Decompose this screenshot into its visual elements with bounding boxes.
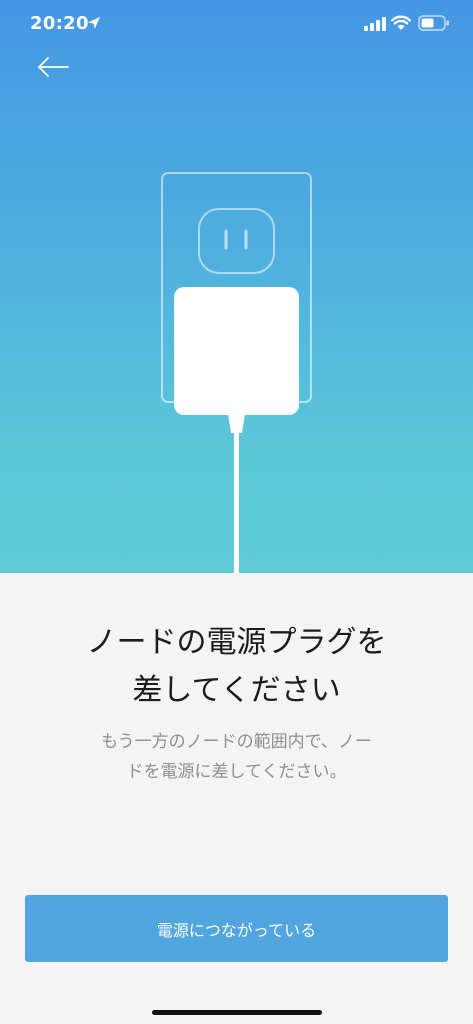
wifi-icon: [391, 15, 411, 30]
status-bar: 20:20: [0, 0, 473, 50]
power-adapter: [174, 287, 299, 415]
battery-icon: [418, 15, 449, 31]
power-cable: [234, 432, 239, 573]
home-indicator[interactable]: [152, 1010, 322, 1015]
status-time: 20:20: [30, 13, 89, 34]
cellular-signal-icon: [364, 17, 386, 31]
instruction-text: もう一方のノードの範囲内で、ノー ドを電源に差してください。: [101, 732, 372, 782]
cable-strain-relief: [228, 414, 245, 433]
arrow-left-icon: [38, 57, 69, 77]
page-title: ノードの電源プラグを 差してください: [86, 625, 387, 708]
location-arrow-icon: [88, 17, 100, 29]
outlet-socket: [198, 208, 275, 274]
instruction-panel: ノードの電源プラグを 差してください もう一方のノードの範囲内で、ノー ドを電源…: [0, 573, 473, 1024]
connected-to-power-button[interactable]: 電源につながっている: [25, 895, 448, 962]
hero-illustration-area: 20:20: [0, 0, 473, 573]
back-button[interactable]: [30, 50, 76, 86]
